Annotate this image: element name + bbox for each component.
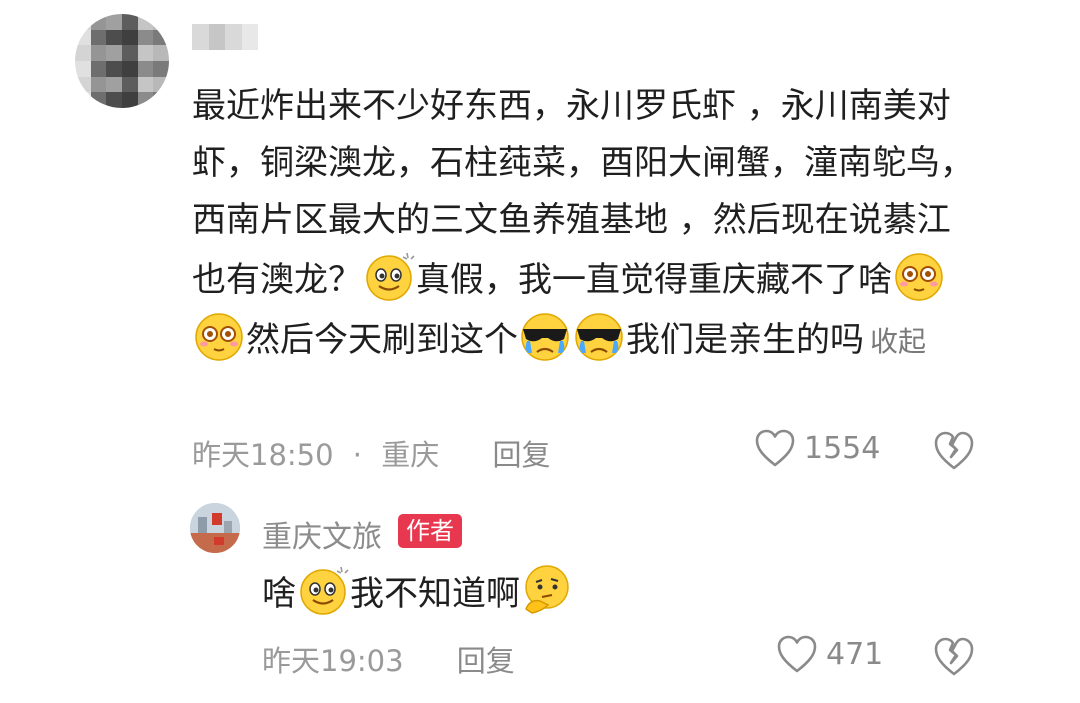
comment-location: 重庆 xyxy=(381,438,440,472)
comment-text-segment: 我们是亲生的吗 xyxy=(626,320,864,360)
reply-text-segment: 我不知道啊 xyxy=(350,574,520,614)
reply-author-name[interactable]: 重庆文旅 xyxy=(262,512,382,556)
comment-time: 昨天18:50 xyxy=(192,438,334,472)
reply-text-segment: 啥 xyxy=(262,574,296,614)
meta-separator: · xyxy=(352,438,363,472)
grin-sparkle-emoji xyxy=(366,252,415,301)
reply-button[interactable]: 回复 xyxy=(492,432,550,474)
comment-text: 最近炸出来不少好东西，永川罗氏虾 ，永川南美对虾，铜梁澳龙，石柱莼菜，酉阳大闸蟹… xyxy=(192,78,982,370)
thinking-emoji xyxy=(525,565,569,614)
comment-text-segment: 然后今天刷到这个 xyxy=(246,320,518,360)
heart-icon xyxy=(777,635,817,673)
reply-meta: 昨天19:03 回复 xyxy=(262,638,515,680)
broken-heart-icon[interactable] xyxy=(932,634,976,678)
broken-heart-icon[interactable] xyxy=(932,428,976,472)
like-count: 1554 xyxy=(804,430,881,466)
like-button[interactable]: 1554 xyxy=(754,428,880,468)
reply-time: 昨天19:03 xyxy=(262,644,404,678)
dizzy-eyes-emoji xyxy=(895,253,943,301)
sunglasses-crying-emoji xyxy=(521,313,569,361)
heart-icon xyxy=(755,429,795,467)
reply-author-avatar[interactable] xyxy=(190,503,240,553)
collapse-link[interactable]: 收起 xyxy=(870,325,926,358)
city-logo-icon xyxy=(190,503,240,553)
commenter-name-blurred[interactable] xyxy=(192,24,258,50)
grin-sparkle-emoji xyxy=(300,566,349,615)
comment-text-segment: 真假，我一直觉得重庆藏不了啥 xyxy=(416,260,892,300)
reply-reply-button[interactable]: 回复 xyxy=(457,638,515,680)
author-badge: 作者 xyxy=(398,514,462,548)
reply-like-button[interactable]: 471 xyxy=(776,634,883,674)
dizzy-eyes-emoji xyxy=(195,313,243,361)
reply-like-count: 471 xyxy=(826,636,884,672)
sunglasses-crying-emoji xyxy=(575,313,623,361)
comment-meta: 昨天18:50 · 重庆 回复 xyxy=(192,432,550,474)
reply-text: 啥 我不知道啊 xyxy=(262,563,574,623)
commenter-avatar[interactable] xyxy=(75,14,169,108)
